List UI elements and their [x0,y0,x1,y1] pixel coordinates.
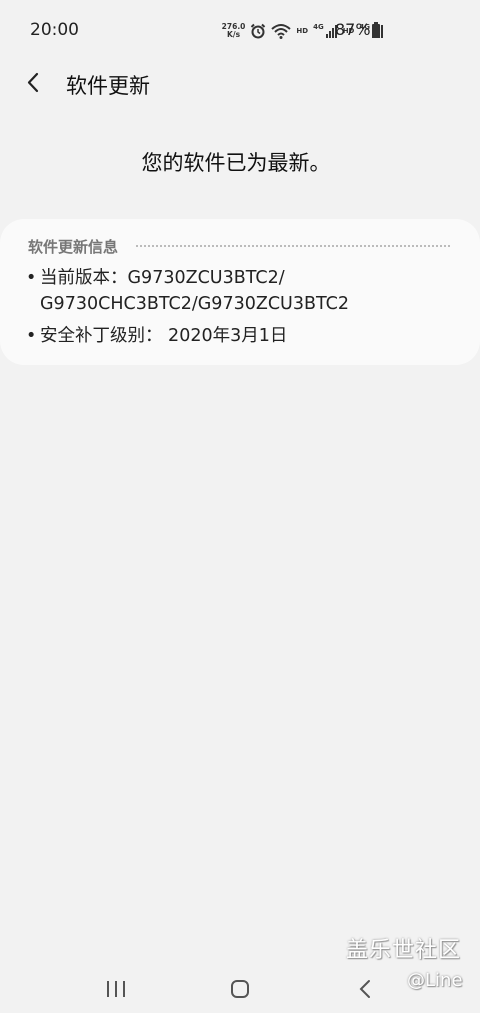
back-button[interactable] [20,68,50,98]
version-line-1: 当前版本：G9730ZCU3BTC2/ [40,268,285,288]
network-speed: 276.0 K/s [222,23,246,39]
version-line-2: G9730CHC3BTC2/G9730ZCU3BTC2 [40,294,350,314]
back-icon [359,980,370,998]
alarm-icon [251,23,266,39]
version-item: • 当前版本：G9730ZCU3BTC2/ [26,264,285,289]
page-title: 软件更新 [66,74,150,98]
update-status-message: 您的软件已为最新。 [141,151,331,175]
bullet: • [26,326,37,346]
patch-level: 安全补丁级别： 2020年3月1日 [40,326,288,346]
network-type-1: 4G [313,23,324,31]
chevron-left-icon [27,72,39,93]
divider [136,245,450,247]
home-icon [231,980,249,998]
recents-icon [107,981,125,997]
hd-label-1: HD [296,27,309,35]
bullet: • [26,268,37,288]
update-info-card: 软件更新信息 • 当前版本：G9730ZCU3BTC2/ G9730CHC3BTC… [0,219,480,365]
nav-back-button[interactable] [346,974,386,1004]
card-header: 软件更新信息 [28,236,450,256]
navigation-bar [0,960,480,1013]
app-header: 软件更新 [0,60,480,108]
wifi-icon [271,24,292,39]
network-speed-unit: K/s [227,30,241,39]
battery-percent: 87% [335,20,371,39]
home-button[interactable] [220,974,260,1004]
battery-icon [372,22,380,38]
status-bar: 20:00 276.0 K/s HD 4G HD 4G 87% [0,0,480,60]
status-time: 20:00 [30,20,79,40]
patch-item: • 安全补丁级别： 2020年3月1日 [26,322,287,347]
recents-button[interactable] [96,974,136,1004]
card-title: 软件更新信息 [28,237,119,256]
